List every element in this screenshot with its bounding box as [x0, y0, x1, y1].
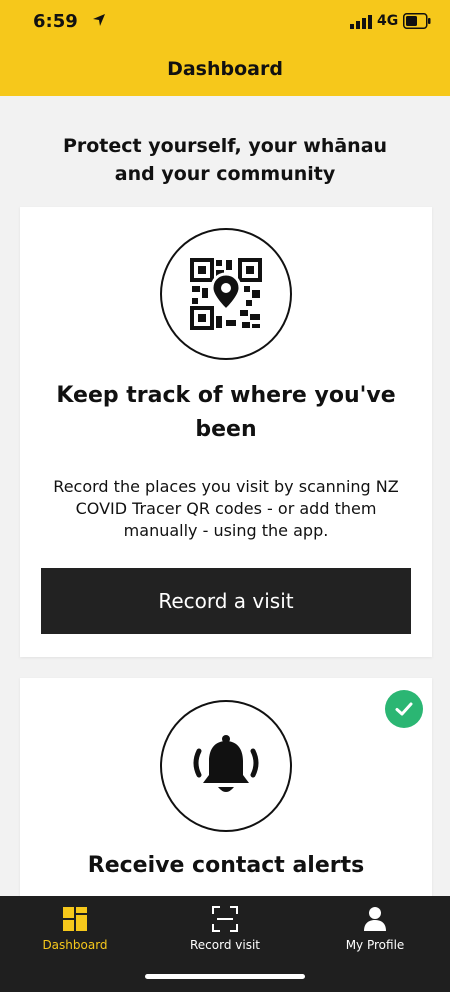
check-icon: [395, 702, 413, 716]
profile-icon: [364, 907, 386, 931]
dashboard-icon: [63, 907, 87, 931]
record-visit-button[interactable]: Record a visit: [41, 568, 411, 634]
tab-label: My Profile: [345, 938, 405, 952]
status-time: 6:59: [33, 11, 78, 32]
tagline: Protect yourself, your whānau and your c…: [62, 135, 388, 185]
qr-icon-circle: [160, 228, 292, 360]
location-arrow-icon: [93, 14, 105, 26]
header-bar: 6:59 4G Dashboard: [0, 0, 450, 96]
tab-label: Dashboard: [42, 938, 108, 952]
battery-icon: [403, 13, 431, 29]
network-type: 4G: [377, 13, 399, 29]
scan-icon: [212, 906, 238, 932]
home-indicator[interactable]: [145, 974, 305, 979]
app-screen: 6:59 4G Dashboard Protect yourself, your…: [0, 0, 450, 992]
card-heading: Receive contact alerts: [87, 853, 365, 878]
card-heading: Keep track of where you've been: [56, 383, 396, 442]
qr-location-icon: [190, 258, 262, 330]
tab-label: Record visit: [189, 938, 260, 952]
card-description: Record the places you visit by scanning …: [53, 477, 399, 540]
bell-icon: [193, 735, 259, 792]
check-badge: [385, 690, 423, 728]
signal-icon: [350, 15, 372, 29]
bell-icon-circle: [160, 700, 292, 832]
status-bar: 6:59 4G: [0, 0, 450, 44]
tab-record-visit[interactable]: Record visit: [150, 896, 300, 966]
page-title: Dashboard: [167, 58, 283, 80]
tab-dashboard[interactable]: Dashboard: [0, 896, 150, 966]
contact-alerts-card: Receive contact alerts: [20, 678, 432, 900]
keep-track-card: Keep track of where you've been Record t…: [20, 207, 432, 657]
tab-my-profile[interactable]: My Profile: [300, 896, 450, 966]
